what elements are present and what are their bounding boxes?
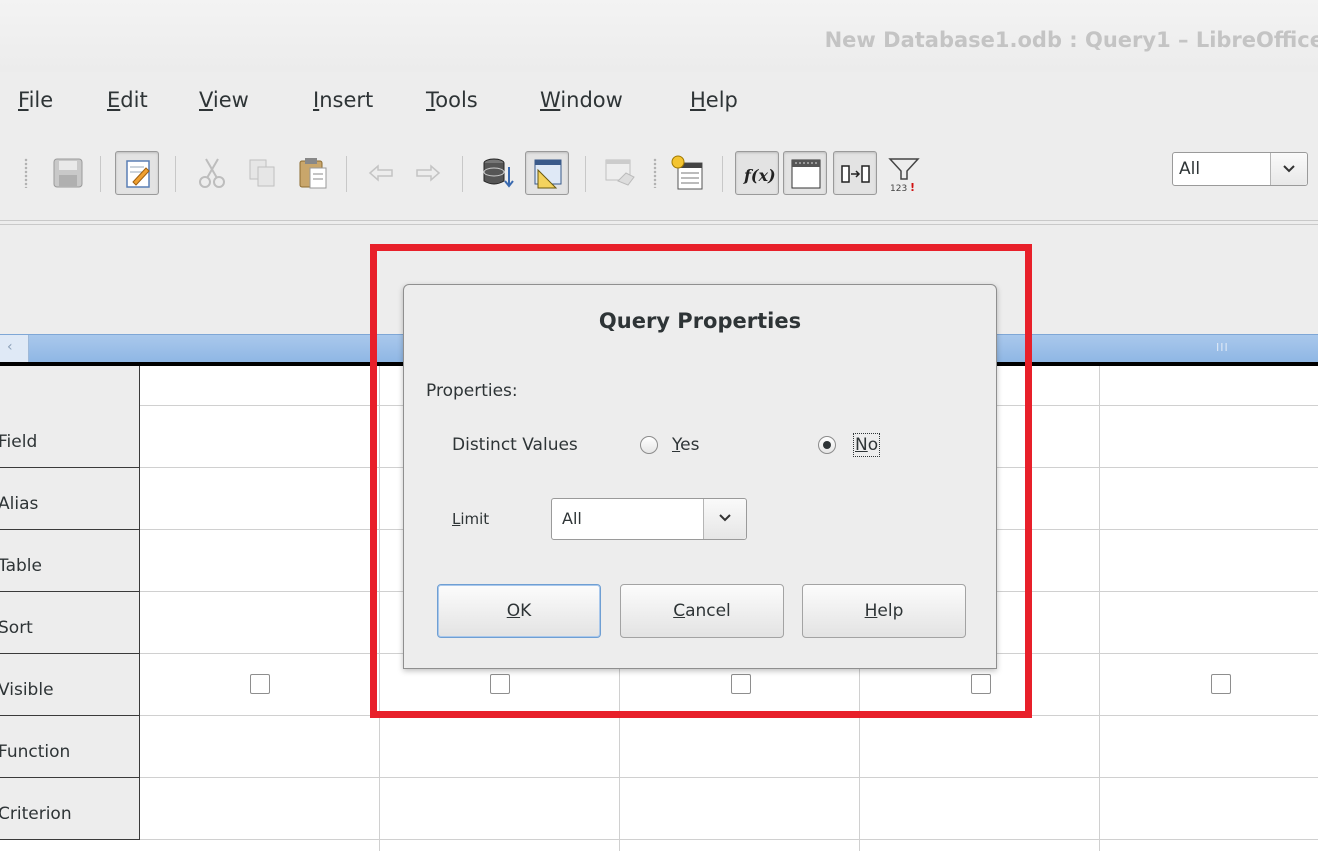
add-table-icon[interactable] (665, 151, 709, 195)
limit-dropdown[interactable]: All (551, 498, 747, 540)
distinct-values-label: Distinct Values (452, 435, 578, 455)
scroll-left-arrow[interactable]: ‹ (0, 335, 29, 363)
functions-icon[interactable]: f(x) (735, 151, 779, 195)
cancel-button[interactable]: Cancel (620, 584, 784, 638)
row-header-sort: Sort (0, 592, 140, 654)
menu-tools[interactable]: Tools (426, 88, 478, 112)
help-button[interactable]: Help (802, 584, 966, 638)
menu-insert[interactable]: Insert (313, 88, 373, 112)
menu-edit[interactable]: Edit (107, 88, 148, 112)
ok-button[interactable]: OK (437, 584, 601, 638)
cut-icon[interactable] (190, 151, 234, 195)
toolbar-grip[interactable] (24, 158, 28, 188)
menu-window[interactable]: Window (540, 88, 623, 112)
run-query-icon[interactable] (476, 151, 520, 195)
distinct-values-icon[interactable]: 123! (882, 151, 926, 195)
clear-query-icon[interactable] (598, 151, 642, 195)
copy-icon[interactable] (240, 151, 284, 195)
svg-text:123: 123 (890, 184, 907, 194)
table-name-icon[interactable] (783, 151, 827, 195)
alias-icon[interactable] (833, 151, 877, 195)
row-header-alias: Alias (0, 468, 140, 530)
edit-mode-icon[interactable] (115, 151, 159, 195)
menu-view[interactable]: View (199, 88, 249, 112)
row-header-function: Function (0, 716, 140, 778)
standard-toolbar: f(x) 123! (0, 128, 1318, 218)
distinct-yes-radio[interactable] (640, 436, 658, 454)
query-properties-dialog: Query Properties Properties: Distinct Va… (403, 284, 997, 669)
redo-icon[interactable] (405, 151, 449, 195)
design-view-icon[interactable] (525, 151, 569, 195)
undo-icon[interactable] (360, 151, 404, 195)
chevron-down-icon[interactable] (1270, 153, 1307, 185)
limit-combo-value: All (1179, 159, 1201, 179)
svg-text:!: ! (910, 181, 915, 194)
distinct-no-radio[interactable] (818, 436, 836, 454)
toolbar-grip-2[interactable] (653, 158, 657, 188)
dialog-title: Query Properties (598, 309, 802, 333)
limit-combo[interactable]: All (1172, 152, 1308, 186)
paste-icon[interactable] (290, 151, 334, 195)
svg-text:f(x): f(x) (743, 166, 776, 185)
menu-help[interactable]: Help (690, 88, 738, 112)
visible-checkbox-1[interactable] (250, 674, 270, 694)
menu-file[interactable]: File (18, 88, 53, 112)
save-icon[interactable] (46, 151, 90, 195)
row-header-field: Field (0, 406, 140, 468)
visible-checkbox-5[interactable] (1211, 674, 1231, 694)
distinct-no-label[interactable]: No (852, 433, 881, 457)
distinct-yes-label[interactable]: Yes (672, 435, 699, 455)
scrollbar-grip: III (1216, 341, 1229, 354)
menu-bar: File Edit View Insert Tools Window Help (0, 72, 1318, 129)
limit-dropdown-value: All (562, 509, 582, 528)
properties-label: Properties: (426, 381, 518, 401)
chevron-down-icon[interactable] (703, 499, 746, 539)
row-header-criterion: Criterion (0, 778, 140, 840)
row-header-table: Table (0, 530, 140, 592)
row-header-visible: Visible (0, 654, 140, 716)
window-titlebar: New Database1.odb : Query1 – LibreOffice (0, 0, 1318, 72)
limit-label: Limit (452, 510, 490, 528)
window-title: New Database1.odb : Query1 – LibreOffice (824, 28, 1318, 52)
